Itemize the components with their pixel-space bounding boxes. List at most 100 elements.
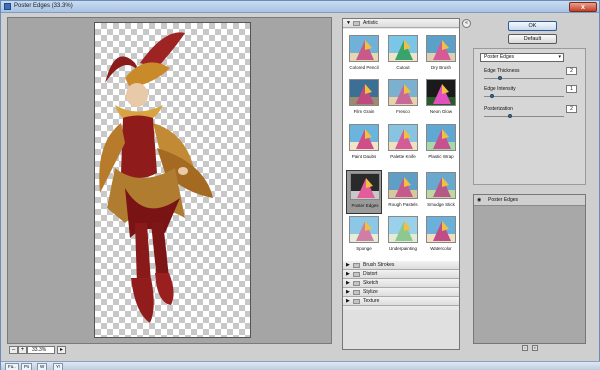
taskbar-item[interactable]: Y! [53, 363, 64, 370]
gallery-empty-area [343, 310, 459, 349]
filter-settings-panel: Poster Edges ▾ Edge Thickness 2 Edge Inten… [473, 48, 586, 185]
collapse-gallery-icon[interactable]: « [462, 19, 471, 28]
category-label: Texture [363, 298, 380, 304]
category-label: Stylize [363, 289, 378, 295]
filter-thumb-sponge[interactable]: Sponge [346, 214, 382, 258]
filter-thumb-dry-brush[interactable]: Dry Brush [423, 33, 459, 77]
delete-effect-layer-icon[interactable]: ▪ [532, 345, 538, 351]
collapsed-triangle-icon: ▶ [346, 271, 350, 277]
filter-thumb-smudge-stick[interactable]: Smudge Stick [423, 170, 459, 214]
folder-icon [353, 263, 360, 268]
category-texture[interactable]: ▶ Texture [343, 297, 459, 306]
filter-thumb-underpainting[interactable]: Underpainting [385, 214, 421, 258]
category-label: Distort [363, 271, 378, 277]
folder-icon [353, 21, 360, 26]
app-icon [4, 3, 11, 10]
filter-thumb-image [426, 216, 456, 243]
filter-thumb-paint-daubs[interactable]: Paint Daubs [346, 122, 382, 166]
taskbar-item[interactable]: Ps [21, 363, 33, 370]
filter-thumb-label: Sponge [356, 246, 372, 251]
filter-thumb-label: Underpainting [388, 246, 418, 251]
param-slider-knob[interactable] [490, 94, 494, 98]
filter-thumb-label: Poster Edges [351, 203, 379, 208]
collapsed-triangle-icon: ▶ [346, 298, 350, 304]
filter-thumb-label: Smudge Stick [427, 202, 455, 207]
filter-thumb-label: Fresco [396, 109, 410, 114]
param-value-field[interactable]: 1 [566, 85, 577, 93]
default-button[interactable]: Default [508, 34, 557, 44]
preview-pane[interactable] [7, 17, 332, 344]
zoom-bar: – + 33.3% ▸ [7, 345, 332, 355]
filter-thumb-palette-knife[interactable]: Palette Knife [385, 122, 421, 166]
ok-button[interactable]: OK [508, 21, 557, 31]
filter-thumb-image [388, 172, 418, 199]
filter-thumb-image [350, 173, 380, 200]
filter-thumb-image [349, 124, 379, 151]
category-artistic[interactable]: ▼ Artistic [343, 19, 459, 28]
param-slider-knob[interactable] [508, 114, 513, 118]
filter-thumb-colored-pencil[interactable]: Colored Pencil [346, 33, 382, 77]
folder-icon [353, 281, 360, 286]
title-bar[interactable]: Poster Edges (33.3%) x [1, 1, 599, 13]
collapsed-triangle-icon: ▶ [346, 289, 350, 295]
param-slider-track[interactable] [484, 78, 564, 79]
param-edge-thickness: Edge Thickness 2 [484, 67, 579, 88]
collapsed-triangle-icon: ▶ [346, 262, 350, 268]
close-button[interactable]: x [569, 2, 597, 12]
category-brush-strokes[interactable]: ▶ Brush Strokes [343, 261, 459, 270]
filter-thumb-poster-edges[interactable]: Poster Edges [346, 170, 382, 214]
jester-image [99, 32, 213, 323]
filter-thumb-image [349, 35, 379, 62]
collapsed-triangle-icon: ▶ [346, 280, 350, 286]
filter-thumb-label: Paint Daubs [351, 154, 377, 159]
chevron-down-icon: ▾ [558, 54, 561, 60]
filter-thumb-image [349, 79, 379, 106]
param-slider-track[interactable] [484, 116, 564, 117]
taskbar-item[interactable]: W [37, 363, 48, 370]
filter-thumb-rough-pastels[interactable]: Rough Pastels [385, 170, 421, 214]
zoom-level-field[interactable]: 33.3% [27, 346, 55, 354]
taskbar-item[interactable]: Fa.. [5, 363, 19, 370]
filter-thumb-film-grain[interactable]: Film Grain [346, 77, 382, 121]
param-value-field[interactable]: 2 [566, 105, 577, 113]
filter-thumb-image [388, 79, 418, 106]
param-label: Posterization [484, 106, 513, 112]
folder-icon [353, 299, 360, 304]
zoom-menu-icon[interactable]: ▸ [57, 346, 66, 354]
param-slider-track[interactable] [484, 96, 564, 97]
filter-thumb-image [426, 124, 456, 151]
filter-thumb-image [388, 216, 418, 243]
effect-layer-label: Poster Edges [488, 197, 519, 203]
filter-thumb-image [426, 172, 456, 199]
filter-select-value: Poster Edges [484, 54, 515, 60]
effect-layers-panel: ◉ Poster Edges [473, 194, 586, 344]
preview-canvas[interactable] [94, 22, 251, 338]
zoom-in-button[interactable]: + [18, 346, 27, 354]
category-label: Brush Strokes [363, 262, 395, 268]
filter-thumb-cutout[interactable]: Cutout [385, 33, 421, 77]
filter-thumb-neon-glow[interactable]: Neon Glow [423, 77, 459, 121]
filter-thumb-watercolor[interactable]: Watercolor [423, 214, 459, 258]
param-slider-knob[interactable] [498, 76, 502, 80]
category-stylize[interactable]: ▶ Stylize [343, 288, 459, 297]
zoom-out-button[interactable]: – [9, 346, 18, 354]
category-distort[interactable]: ▶ Distort [343, 270, 459, 279]
expanded-triangle-icon: ▼ [346, 20, 351, 26]
new-effect-layer-icon[interactable]: ▫ [522, 345, 528, 351]
effect-layer[interactable]: ◉ Poster Edges [474, 195, 585, 206]
filter-thumb-plastic-wrap[interactable]: Plastic Wrap [423, 122, 459, 166]
visibility-eye-icon[interactable]: ◉ [477, 198, 481, 203]
folder-icon [353, 272, 360, 277]
param-posterization: Posterization 2 [484, 105, 579, 126]
filter-thumb-fresco[interactable]: Fresco [385, 77, 421, 121]
filter-thumb-label: Rough Pastels [388, 202, 418, 207]
filter-thumb-image [388, 35, 418, 62]
filter-thumb-image [388, 124, 418, 151]
param-value-field[interactable]: 2 [566, 67, 577, 75]
filter-select[interactable]: Poster Edges ▾ [480, 53, 564, 62]
filter-gallery: ▼ Artistic Colored Pencil Cutout Dry Brush… [342, 18, 460, 350]
category-sketch[interactable]: ▶ Sketch [343, 279, 459, 288]
filter-thumb-label: Watercolor [430, 246, 452, 251]
folder-icon [353, 290, 360, 295]
category-label: Artistic [363, 20, 378, 26]
